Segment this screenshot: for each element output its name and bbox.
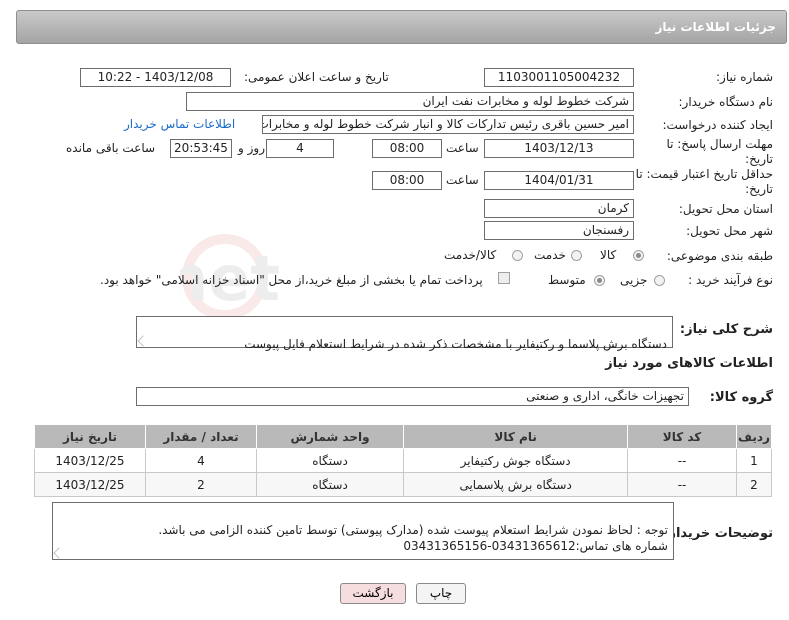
- need-number-field: 1103001105004232: [484, 68, 634, 87]
- payment-note: پرداخت تمام یا بخشی از مبلغ خرید،از محل …: [100, 273, 483, 287]
- remaining-label: ساعت باقی مانده: [66, 141, 156, 155]
- deadline-label: مهلت ارسال پاسخ: تا: [666, 137, 773, 151]
- goods-section-title: اطلاعات کالاهای مورد نیاز: [605, 356, 773, 371]
- deadline-date-field: 1403/12/13: [484, 139, 634, 158]
- process-radio-minor[interactable]: [654, 275, 665, 286]
- buyer-label: نام دستگاه خریدار:: [678, 95, 774, 109]
- category-option-service: خدمت: [534, 248, 566, 262]
- validity-date-field: 1404/01/31: [484, 171, 634, 190]
- days-field: 4: [266, 139, 334, 158]
- city-field: رفسنجان: [484, 221, 634, 240]
- description-text: دستگاه برش پلاسما و رکتیفایر با مشخصات ذ…: [244, 337, 667, 351]
- col-need-date: تاریخ نیاز: [34, 424, 146, 449]
- payment-checkbox[interactable]: [498, 272, 510, 284]
- page-title: جزئیات اطلاعات نیاز: [655, 20, 776, 34]
- cell-need-date: 1403/12/25: [34, 472, 146, 497]
- cell-item-name: دستگاه برش پلاسمایی: [403, 472, 629, 497]
- cell-row-number: 1: [735, 448, 773, 473]
- process-radio-medium[interactable]: [594, 275, 605, 286]
- requester-field: امیر حسین باقری رئیس تدارکات کالا و انبا…: [262, 115, 634, 134]
- province-field: کرمان: [484, 199, 634, 218]
- notes-label: توضیحات خریدار:: [663, 526, 773, 541]
- resize-grip-icon[interactable]: [137, 335, 149, 347]
- validity-time-label: ساعت: [446, 173, 479, 187]
- col-row-number: ردیف: [735, 424, 773, 449]
- cell-item-code: --: [627, 448, 737, 473]
- table-header-row: ردیف کد کالا نام کالا واحد شمارش تعداد /…: [34, 424, 773, 449]
- cell-item-name: دستگاه جوش رکتیفایر: [403, 448, 629, 473]
- table-row: 1 -- دستگاه جوش رکتیفایر دستگاه 4 1403/1…: [34, 448, 773, 473]
- resize-grip-icon[interactable]: [53, 547, 65, 559]
- col-item-code: کد کالا: [627, 424, 737, 449]
- deadline-time-label: ساعت: [446, 141, 479, 155]
- category-radio-goods-service[interactable]: [512, 250, 523, 261]
- cell-item-code: --: [627, 472, 737, 497]
- need-number-label: شماره نیاز:: [716, 70, 773, 84]
- goods-group-label: گروه کالا:: [709, 390, 773, 405]
- validity-time-field: 08:00: [372, 171, 442, 190]
- buyer-contact-link[interactable]: اطلاعات تماس خریدار: [124, 117, 235, 131]
- buyer-field: شرکت خطوط لوله و مخابرات نفت ایران: [186, 92, 634, 111]
- city-label: شهر محل تحویل:: [686, 224, 773, 238]
- announce-field: 1403/12/08 - 10:22: [80, 68, 231, 87]
- process-label: نوع فرآیند خرید :: [688, 273, 773, 287]
- col-quantity: تعداد / مقدار: [144, 424, 257, 449]
- table-row: 2 -- دستگاه برش پلاسمایی دستگاه 2 1403/1…: [34, 472, 773, 497]
- announce-label: تاریخ و ساعت اعلان عمومی:: [244, 70, 389, 84]
- category-label: طبقه بندی موضوعی:: [666, 249, 773, 263]
- process-option-minor: جزیی: [620, 273, 648, 287]
- goods-table: ردیف کد کالا نام کالا واحد شمارش تعداد /…: [34, 424, 773, 497]
- description-textarea[interactable]: دستگاه برش پلاسما و رکتیفایر با مشخصات ذ…: [136, 316, 673, 351]
- requester-label: ایجاد کننده درخواست:: [662, 118, 773, 132]
- category-option-goods: کالا: [600, 248, 617, 262]
- col-item-name: نام کالا: [403, 424, 629, 449]
- notes-textarea[interactable]: توجه : لحاظ نمودن شرایط استعلام پیوست شد…: [52, 502, 674, 560]
- category-radio-service[interactable]: [571, 250, 582, 261]
- print-button[interactable]: چاپ: [416, 583, 466, 604]
- goods-group-field: تجهیزات خانگی، اداری و صنعتی: [136, 387, 689, 406]
- cell-quantity: 2: [144, 472, 257, 497]
- cell-unit: دستگاه: [255, 472, 405, 497]
- category-option-goods-service: کالا/خدمت: [444, 248, 497, 262]
- cell-unit: دستگاه: [255, 448, 405, 473]
- deadline-time-field: 08:00: [372, 139, 442, 158]
- col-unit: واحد شمارش: [255, 424, 405, 449]
- description-label: شرح کلی نیاز:: [679, 322, 773, 337]
- deadline-date-label: تاریخ:: [745, 152, 773, 166]
- cell-quantity: 4: [144, 448, 257, 473]
- back-button[interactable]: بازگشت: [340, 583, 406, 604]
- cell-row-number: 2: [735, 472, 773, 497]
- page-header: جزئیات اطلاعات نیاز: [16, 10, 787, 44]
- validity-date-label: تاریخ:: [745, 182, 773, 196]
- remaining-time-field: 20:53:45: [170, 139, 232, 158]
- category-radio-goods[interactable]: [633, 250, 644, 261]
- days-label: روز و: [238, 141, 265, 155]
- notes-text: توجه : لحاظ نمودن شرایط استعلام پیوست شد…: [158, 523, 668, 553]
- cell-need-date: 1403/12/25: [34, 448, 146, 473]
- validity-label: حداقل تاریخ اعتبار قیمت: تا: [635, 167, 773, 181]
- province-label: استان محل تحویل:: [678, 202, 773, 216]
- process-option-medium: متوسط: [548, 273, 586, 287]
